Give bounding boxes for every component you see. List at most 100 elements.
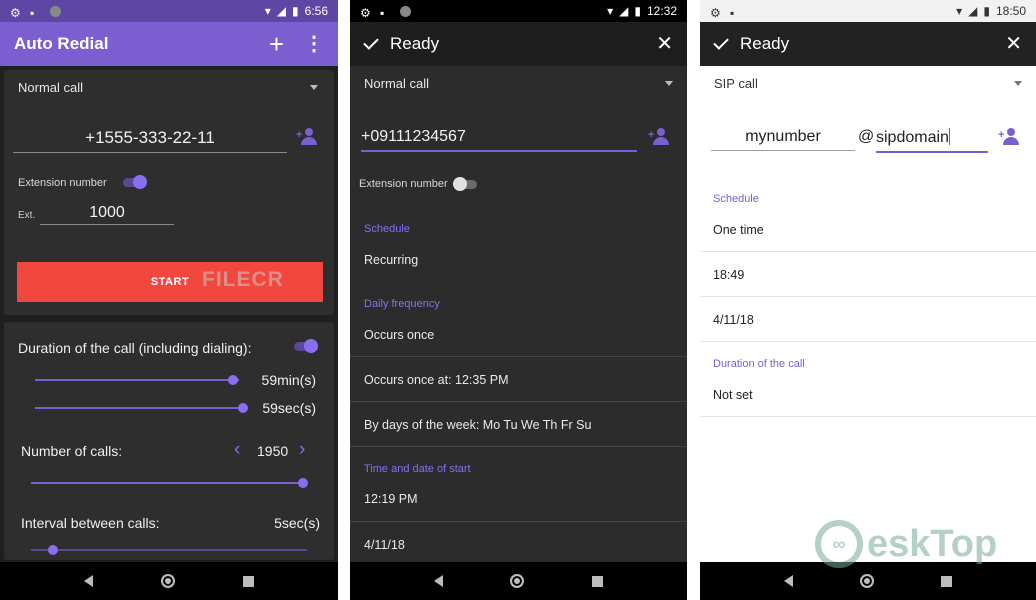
signal-icon: ◢ [276, 4, 287, 18]
add-contact-icon[interactable]: + [296, 128, 320, 146]
add-contact-icon[interactable]: + [648, 128, 672, 146]
divider [700, 251, 1036, 252]
divider [700, 341, 1036, 342]
seconds-slider[interactable] [35, 403, 248, 413]
phone-screen-auto-redial: ⚙ ▪ ▾ ◢ ▮ 6:56 Auto Redial + ⋮ Normal ca… [0, 0, 338, 600]
interval-slider[interactable] [31, 545, 307, 555]
home-icon[interactable] [161, 574, 175, 588]
duration-label: Duration of the call (including dialing)… [18, 340, 252, 356]
schedule-section-label: Schedule [713, 193, 759, 205]
extension-label: Extension number [18, 177, 107, 189]
duration-section-label: Duration of the call [713, 358, 805, 370]
close-icon[interactable]: ✕ [1005, 34, 1022, 54]
schedule-section-label: Schedule [364, 223, 410, 235]
add-contact-icon[interactable]: + [998, 128, 1022, 146]
phone-number-input[interactable]: +09111234567 [361, 128, 637, 152]
app-bar: Auto Redial + ⋮ [0, 22, 338, 66]
extension-toggle[interactable] [453, 177, 479, 191]
signal-icon: ◢ [968, 4, 978, 18]
sip-user-input[interactable]: mynumber [711, 128, 855, 151]
interval-label: Interval between calls: [21, 515, 160, 531]
minutes-slider[interactable] [35, 375, 239, 385]
circle-icon [50, 5, 61, 17]
duration-toggle[interactable] [292, 339, 318, 353]
dropdown-caret-icon [310, 85, 318, 90]
close-icon[interactable]: ✕ [656, 34, 673, 54]
schedule-value[interactable]: One time [713, 223, 764, 237]
phone-number-input[interactable]: +1555-333-22-11 [13, 128, 287, 153]
desktop-logo-icon: ∞ [815, 520, 863, 568]
wifi-icon: ▾ [956, 4, 963, 18]
wifi-icon: ▾ [607, 4, 614, 18]
status-bar: ⚙ ▪ ▾ ◢ ▮ 18:50 [700, 0, 1036, 22]
back-icon[interactable] [433, 575, 443, 587]
recents-icon[interactable] [941, 575, 953, 587]
more-vert-icon[interactable]: ⋮ [304, 34, 324, 54]
check-icon[interactable] [363, 34, 379, 50]
daily-frequency-value[interactable]: Occurs once [364, 328, 434, 342]
minutes-value: 59min(s) [261, 372, 316, 388]
text-cursor [948, 128, 950, 145]
chevron-right-icon[interactable]: › [299, 439, 305, 461]
call-type-dropdown[interactable]: Normal call [364, 76, 673, 91]
divider [350, 446, 687, 447]
wifi-icon: ▾ [264, 4, 271, 18]
filecr-watermark: FILECR [202, 268, 284, 291]
check-icon[interactable] [713, 34, 729, 50]
extension-input[interactable]: 1000 [40, 204, 174, 225]
calls-slider[interactable] [31, 478, 308, 488]
interval-value: 5sec(s) [274, 515, 320, 531]
ready-title: Ready [740, 34, 790, 53]
sim-icon: ▪ [730, 5, 735, 20]
app-bar: Ready ✕ [700, 22, 1036, 66]
home-icon[interactable] [859, 574, 874, 588]
home-icon[interactable] [510, 574, 525, 588]
desktop-watermark-text: eskTop [867, 522, 998, 565]
phone-screen-sip-light: ⚙ ▪ ▾ ◢ ▮ 18:50 Ready ✕ SIP call mynumbe… [700, 0, 1036, 600]
slider-thumb[interactable] [298, 478, 308, 488]
duration-value[interactable]: Not set [713, 388, 753, 402]
at-sign: @ [858, 128, 875, 145]
slider-thumb[interactable] [48, 545, 59, 555]
schedule-value[interactable]: Recurring [364, 253, 418, 267]
slider-thumb[interactable] [227, 375, 238, 385]
time-row[interactable]: 18:49 [713, 268, 744, 282]
chevron-left-icon[interactable]: ‹ [234, 439, 240, 461]
circle-icon [400, 5, 411, 17]
nav-bar [350, 562, 687, 600]
app-title: Auto Redial [14, 34, 109, 53]
date-row[interactable]: 4/11/18 [713, 313, 754, 327]
sip-domain-input[interactable]: sipdomain [876, 128, 988, 153]
phone-screen-schedule-dark: ⚙ ▪ ▾ ◢ ▮ 12:32 Ready ✕ Normal call +091… [350, 0, 687, 600]
call-type-dropdown[interactable]: SIP call [714, 76, 1022, 91]
by-days-row[interactable]: By days of the week: Mo Tu We Th Fr Su [364, 418, 591, 432]
extension-toggle[interactable] [121, 175, 147, 189]
divider [350, 401, 687, 402]
occurs-at-row[interactable]: Occurs once at: 12:35 PM [364, 373, 509, 387]
dropdown-caret-icon [1014, 81, 1022, 86]
call-type-value: Normal call [364, 76, 430, 91]
call-type-value: Normal call [18, 80, 84, 95]
recents-icon[interactable] [592, 575, 604, 587]
start-section-label: Time and date of start [364, 463, 471, 475]
seconds-value: 59sec(s) [262, 400, 316, 416]
calls-label: Number of calls: [21, 443, 123, 459]
call-type-dropdown[interactable]: Normal call [18, 80, 318, 95]
call-setup-card: Normal call +1555-333-22-11 + Extension … [4, 70, 334, 315]
start-time-row[interactable]: 12:19 PM [364, 492, 418, 506]
back-icon[interactable] [84, 575, 93, 587]
call-options-card: Duration of the call (including dialing)… [4, 322, 334, 560]
status-time: 12:32 [646, 4, 677, 18]
divider [350, 356, 687, 357]
plus-icon[interactable]: + [269, 31, 284, 57]
slider-thumb[interactable] [238, 403, 248, 413]
back-icon[interactable] [783, 575, 793, 587]
call-type-value: SIP call [714, 76, 758, 91]
sip-domain-value: sipdomain [876, 129, 949, 146]
calls-value: 1950 [257, 443, 289, 459]
extension-label: Extension number [359, 178, 448, 190]
start-date-row[interactable]: 4/11/18 [364, 538, 405, 552]
desktop-watermark: ∞ eskTop [815, 520, 997, 568]
status-time: 6:56 [304, 4, 328, 18]
recents-icon[interactable] [243, 575, 254, 587]
